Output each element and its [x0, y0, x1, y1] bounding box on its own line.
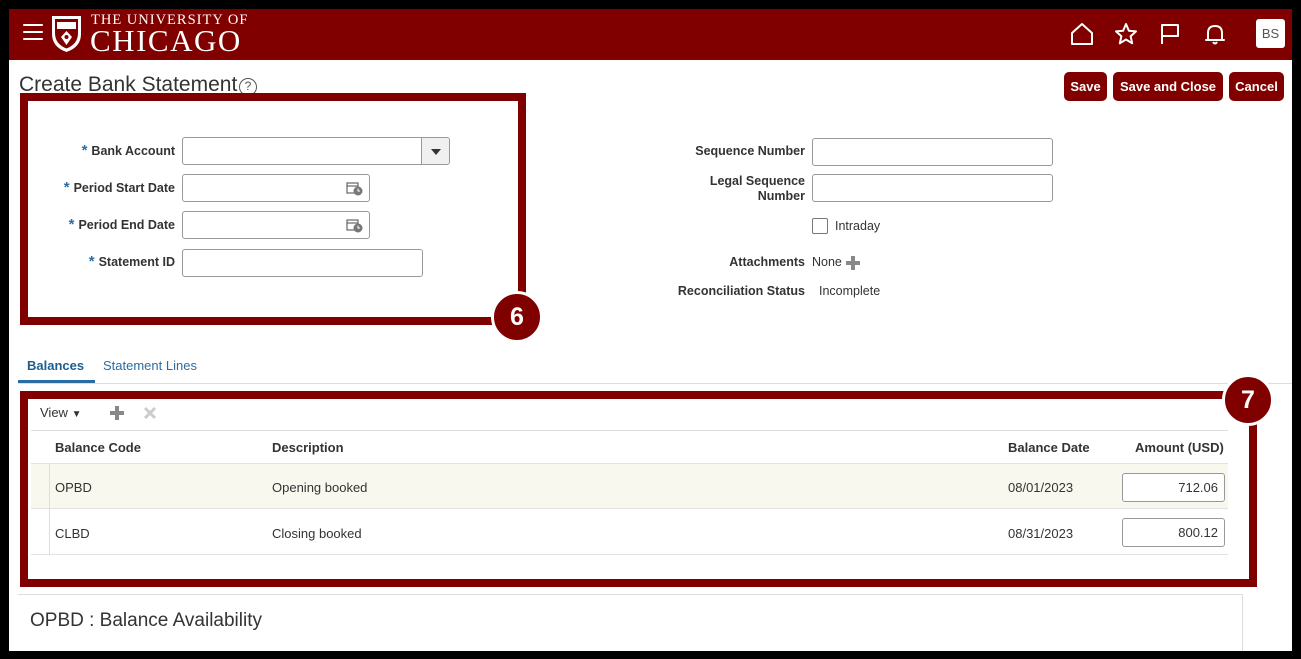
- intraday-label: Intraday: [835, 219, 881, 233]
- callout-box-7: [20, 391, 1257, 587]
- application-frame: THE UNIVERSITY OF CHICAGO BS Create Bank…: [9, 9, 1292, 651]
- top-bar: THE UNIVERSITY OF CHICAGO BS: [9, 9, 1292, 60]
- menu-icon[interactable]: [23, 24, 43, 42]
- reconciliation-status-value: Incomplete: [819, 284, 881, 298]
- add-attachment-icon[interactable]: [846, 256, 860, 270]
- sequence-number-label: Sequence Number: [695, 144, 805, 158]
- flag-icon[interactable]: [1157, 21, 1183, 47]
- tab-statement-lines[interactable]: Statement Lines: [103, 358, 197, 373]
- home-icon[interactable]: [1069, 21, 1095, 47]
- star-icon[interactable]: [1113, 21, 1139, 47]
- callout-badge-7: 7: [1222, 374, 1274, 426]
- callout-box-6: [20, 93, 526, 325]
- intraday-checkbox[interactable]: [812, 218, 828, 234]
- logo-text-main: CHICAGO: [90, 23, 242, 58]
- tabs-divider: [18, 383, 1292, 384]
- sequence-number-input[interactable]: [812, 138, 1053, 166]
- legal-sequence-number-label: Legal Sequence Number: [709, 174, 805, 203]
- tab-balances[interactable]: Balances: [27, 358, 84, 373]
- university-shield-logo: [52, 16, 81, 52]
- save-button[interactable]: Save: [1064, 72, 1107, 101]
- attachments-label: Attachments: [729, 255, 805, 269]
- cancel-button[interactable]: Cancel: [1229, 72, 1284, 101]
- user-avatar[interactable]: BS: [1256, 19, 1285, 48]
- legal-sequence-number-input[interactable]: [812, 174, 1053, 202]
- balance-availability-title: OPBD : Balance Availability: [30, 610, 262, 631]
- attachments-value: None: [812, 255, 842, 269]
- callout-badge-6: 6: [491, 291, 543, 343]
- section-divider: [18, 594, 1243, 595]
- save-and-close-button[interactable]: Save and Close: [1113, 72, 1223, 101]
- bell-icon[interactable]: [1202, 21, 1228, 47]
- reconciliation-status-label: Reconciliation Status: [677, 284, 805, 298]
